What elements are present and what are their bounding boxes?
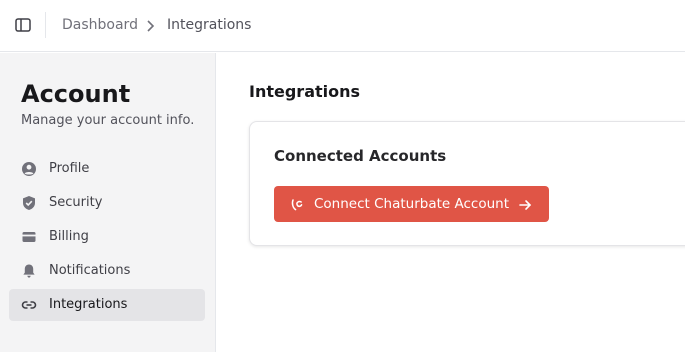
- sidebar-item-label: Integrations: [49, 297, 128, 312]
- sidebar-subtitle: Manage your account info.: [21, 113, 195, 128]
- account-sidebar: Account Manage your account info. Profil…: [0, 53, 216, 352]
- bell-icon: [21, 263, 37, 279]
- connect-account-button[interactable]: Connect Chaturbate Account: [274, 186, 549, 222]
- chevron-right-icon: [144, 18, 156, 32]
- sidebar-item-notifications[interactable]: Notifications: [9, 255, 205, 287]
- sidebar-item-security[interactable]: Security: [9, 187, 205, 219]
- arrow-right-icon: [518, 197, 532, 211]
- page-title: Integrations: [249, 82, 361, 101]
- sidebar-title: Account: [21, 80, 131, 108]
- sidebar-item-label: Notifications: [49, 263, 131, 278]
- header-divider: [45, 12, 46, 38]
- sidebar-toggle-icon[interactable]: [14, 16, 32, 34]
- sidebar-item-label: Profile: [49, 161, 90, 176]
- connected-accounts-card: Connected Accounts Connect Chaturbate Ac…: [249, 121, 685, 246]
- sidebar-item-billing[interactable]: Billing: [9, 221, 205, 253]
- credit-card-icon: [21, 229, 37, 245]
- breadcrumb-integrations: Integrations: [167, 17, 252, 33]
- chaturbate-logo-icon: [290, 197, 304, 211]
- top-bar: Dashboard Integrations: [0, 0, 685, 52]
- card-title: Connected Accounts: [274, 147, 447, 165]
- user-circle-icon: [21, 161, 37, 177]
- shield-check-icon: [21, 195, 37, 211]
- sidebar-item-label: Billing: [49, 229, 89, 244]
- sidebar-item-profile[interactable]: Profile: [9, 153, 205, 185]
- link-icon: [21, 297, 37, 313]
- sidebar-item-label: Security: [49, 195, 103, 210]
- sidebar-item-integrations[interactable]: Integrations: [9, 289, 205, 321]
- connect-account-label: Connect Chaturbate Account: [314, 196, 510, 212]
- breadcrumb-dashboard[interactable]: Dashboard: [62, 16, 138, 34]
